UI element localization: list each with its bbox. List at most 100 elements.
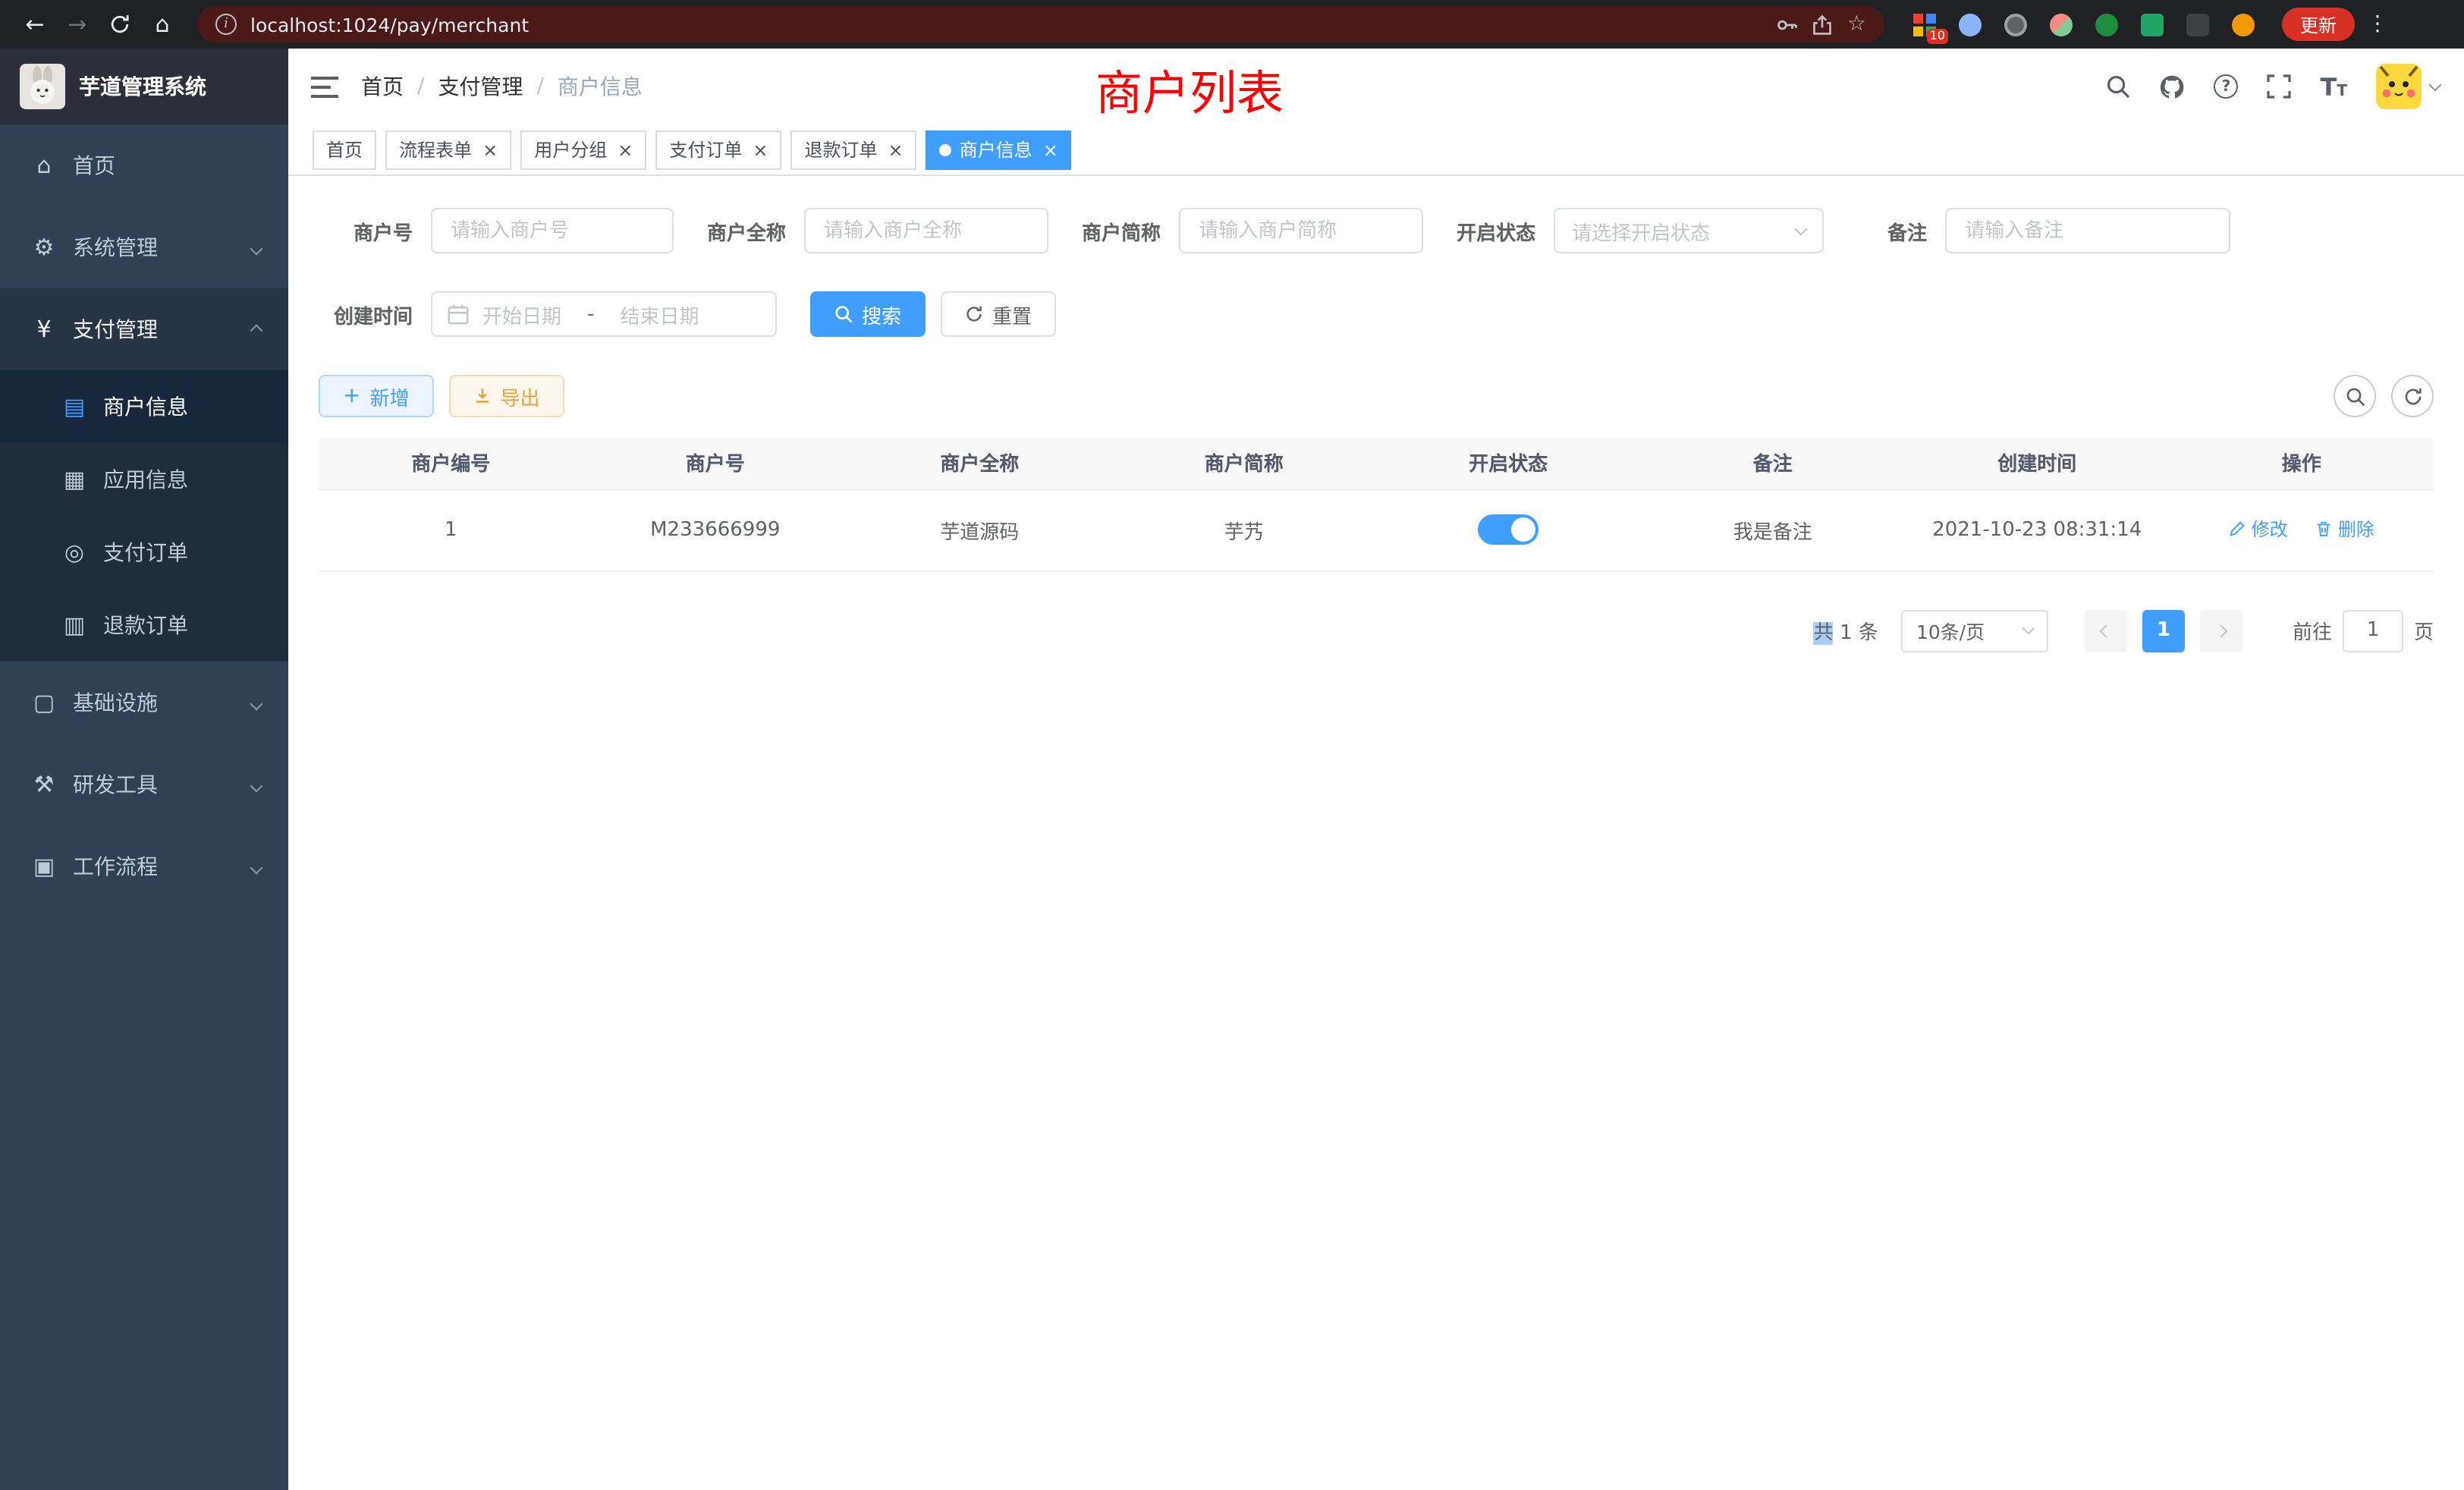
merchant-name-input[interactable] [804,208,1048,253]
hamburger-icon[interactable] [288,75,361,98]
browser-reload-icon[interactable] [100,5,140,44]
column-header: 商户号 [583,437,848,489]
close-icon[interactable]: × [482,140,498,159]
tab-label: 流程表单 [399,137,472,162]
briefcase-icon: ▣ [27,853,61,880]
sidebar-item-home[interactable]: ⌂ 首页 [0,124,288,206]
extension-icon[interactable] [2003,11,2030,38]
search-button[interactable]: 搜索 [810,291,926,337]
user-avatar[interactable] [2376,64,2440,109]
status-select[interactable]: 请选择开启状态 [1554,208,1824,253]
tab-refund-order[interactable]: 退款订单 × [791,130,917,169]
refresh-icon [2403,386,2422,406]
font-size-icon[interactable]: TT [2321,72,2348,101]
breadcrumb-home[interactable]: 首页 [361,71,404,102]
extensions-area: 10 [1912,11,2258,38]
column-header: 商户编号 [319,437,583,489]
page-number-button[interactable]: 1 [2142,609,2185,652]
page-size-select[interactable]: 10条/页 [1901,609,2048,652]
merchant-no-input[interactable] [431,208,674,253]
profile-avatar-icon[interactable] [2230,11,2258,38]
app-logo[interactable]: 芋道管理系统 [0,49,288,124]
merchant-name-label: 商户全称 [707,216,786,245]
end-date-placeholder: 结束日期 [620,300,699,328]
plus-icon: + [343,385,360,407]
goto-page-input[interactable] [2343,609,2403,652]
extension-icon[interactable] [2048,11,2076,38]
share-icon[interactable] [1812,13,1834,36]
search-icon [834,305,853,323]
monitor-icon: ▢ [27,689,61,716]
tab-home[interactable]: 首页 [313,130,376,169]
tab-label: 退款订单 [805,137,878,162]
close-icon[interactable]: × [618,140,633,159]
remark-input[interactable] [1945,208,2230,253]
help-icon[interactable]: ? [2214,74,2239,99]
sidebar-item-app-info[interactable]: ▦ 应用信息 [0,443,288,516]
main-area: 首页 / 支付管理 / 商户信息 ? [288,49,2464,1490]
hammer-icon: ⚒ [27,771,61,798]
bookmark-star-icon[interactable]: ☆ [1847,12,1866,36]
tab-user-group[interactable]: 用户分组 × [520,130,646,169]
browser-back-icon[interactable]: ← [15,5,55,44]
sidebar-item-system[interactable]: ⚙ 系统管理 [0,206,288,288]
prev-page-button[interactable] [2085,609,2127,652]
yen-icon: ¥ [27,316,61,343]
fullscreen-icon[interactable] [2268,74,2292,99]
cell-create-time: 2021-10-23 08:31:14 [1905,489,2170,571]
breadcrumb-section[interactable]: 支付管理 [438,71,523,102]
tab-merchant-info[interactable]: 商户信息 × [926,130,1072,169]
merchant-short-name-label: 商户简称 [1082,216,1161,245]
address-bar[interactable]: i localhost:1024/pay/merchant ☆ [197,6,1884,42]
browser-update-button[interactable]: 更新 [2282,8,2355,41]
sidebar-item-payment[interactable]: ¥ 支付管理 [0,288,288,370]
next-page-button[interactable] [2200,609,2242,652]
pencil-icon [2229,520,2246,537]
sidebar-item-merchant-info[interactable]: ▤ 商户信息 [0,370,288,443]
sidebar-item-workflow[interactable]: ▣ 工作流程 [0,825,288,907]
sidebar-item-refund-order[interactable]: ▥ 退款订单 [0,589,288,662]
add-button[interactable]: + 新增 [319,375,434,417]
tab-label: 首页 [326,137,363,162]
extension-puzzle-icon[interactable] [2185,11,2212,38]
github-icon[interactable] [2160,74,2186,99]
edit-link[interactable]: 修改 [2229,516,2288,542]
create-time-range-input[interactable]: 开始日期 - 结束日期 [431,291,777,337]
browser-forward-icon[interactable]: → [58,5,97,44]
remark-label: 备注 [1887,216,1927,245]
password-key-icon[interactable] [1776,13,1799,36]
site-info-icon[interactable]: i [215,14,237,35]
merchant-short-name-input[interactable] [1179,208,1423,253]
close-icon[interactable]: × [753,140,768,159]
extension-icon[interactable] [1957,11,1985,38]
app-title: 芋道管理系统 [79,71,206,102]
search-icon[interactable] [2107,74,2131,99]
sidebar-item-pay-order[interactable]: ◎ 支付订单 [0,516,288,589]
total-count: 1 [1840,622,1853,645]
hide-search-button[interactable] [2334,375,2376,417]
cell-status [1376,489,1641,571]
total-prefix: 共 [1814,622,1834,645]
tab-process-form[interactable]: 流程表单 × [385,130,511,169]
sidebar-item-dev-tools[interactable]: ⚒ 研发工具 [0,743,288,825]
refresh-button[interactable] [2391,375,2434,417]
extension-icon[interactable] [2139,11,2167,38]
status-toggle[interactable] [1478,514,1538,545]
export-button[interactable]: 导出 [449,375,564,417]
reset-button[interactable]: 重置 [941,291,1056,337]
close-icon[interactable]: × [888,140,904,159]
active-dot [940,143,952,156]
search-button-label: 搜索 [862,300,901,328]
extension-icon[interactable]: 10 [1912,11,1939,38]
browser-menu-icon[interactable]: ⋮ [2367,12,2388,36]
tab-pay-order[interactable]: 支付订单 × [655,130,781,169]
sidebar-item-infrastructure[interactable]: ▢ 基础设施 [0,662,288,743]
delete-link[interactable]: 删除 [2315,516,2374,542]
close-icon[interactable]: × [1043,140,1058,159]
sidebar-item-label: 商户信息 [103,391,188,422]
sidebar-item-label: 首页 [73,150,115,181]
extension-icon[interactable] [2094,11,2121,38]
browser-home-icon[interactable]: ⌂ [143,5,182,44]
cell-short-name: 芋艿 [1112,489,1377,571]
reset-button-label: 重置 [992,300,1032,328]
